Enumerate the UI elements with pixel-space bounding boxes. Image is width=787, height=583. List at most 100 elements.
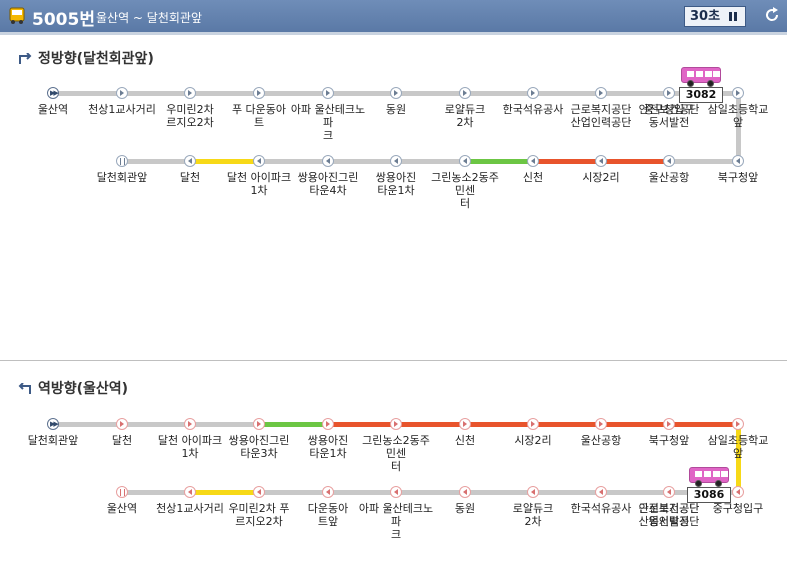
bus-stop-node[interactable] bbox=[184, 87, 196, 99]
bus-stop-node[interactable] bbox=[116, 486, 128, 498]
bus-stop-node[interactable] bbox=[459, 418, 471, 430]
bus-stop-label[interactable]: 근로복지공단 산업인력공단 bbox=[563, 103, 639, 129]
bus-stop-label[interactable]: 울산역 bbox=[84, 502, 160, 515]
bus-stop-node[interactable]: ▶▶ bbox=[47, 418, 59, 430]
bus-stop-node[interactable] bbox=[663, 418, 675, 430]
bus-stop-node[interactable] bbox=[253, 87, 265, 99]
bus-stop-node[interactable] bbox=[322, 486, 334, 498]
bus-stop-label[interactable]: 쌍용아진 타운1차 bbox=[290, 434, 366, 460]
bus-stop-label[interactable]: 푸 다운동아 트 bbox=[221, 103, 297, 129]
pause-icon[interactable] bbox=[729, 12, 737, 21]
bus-stop-label[interactable]: 천상1교사거리 bbox=[84, 103, 160, 116]
bus-stop-label[interactable]: 신천 bbox=[495, 171, 571, 184]
bus-stop-node[interactable] bbox=[527, 155, 539, 167]
bus-stop-node[interactable] bbox=[663, 486, 675, 498]
bus-stop-node[interactable] bbox=[253, 418, 265, 430]
bus-stop-label[interactable]: 삼일초등학교 앞 bbox=[700, 103, 776, 129]
bus-wheel bbox=[687, 80, 694, 87]
arrow-left-icon bbox=[257, 489, 261, 495]
bus-stop-label[interactable]: 동원 bbox=[427, 502, 503, 515]
bus-stop-node[interactable] bbox=[390, 87, 402, 99]
arrow-right-icon bbox=[257, 421, 261, 427]
bus-marker[interactable]: 3082 bbox=[679, 67, 723, 105]
bus-stop-label[interactable]: 북구청앞 bbox=[700, 171, 776, 184]
bus-stop-node[interactable] bbox=[527, 418, 539, 430]
bus-stop-node[interactable] bbox=[184, 486, 196, 498]
bus-stop-node[interactable] bbox=[732, 418, 744, 430]
bus-stop-node[interactable] bbox=[595, 87, 607, 99]
bus-stop-node[interactable] bbox=[184, 155, 196, 167]
bus-stop-label[interactable]: 달천 bbox=[84, 434, 160, 447]
reverse-direction-title: 역방향(울산역) bbox=[18, 378, 128, 398]
bus-stop-label[interactable]: 쌍용아진 타운1차 bbox=[358, 171, 434, 197]
bus-stop-label[interactable]: 쌍용아진그린 타운3차 bbox=[221, 434, 297, 460]
bus-stop-node[interactable] bbox=[116, 418, 128, 430]
bus-stop-label[interactable]: 울산공항 bbox=[631, 171, 707, 184]
bus-stop-node[interactable] bbox=[527, 486, 539, 498]
bus-stop-node[interactable] bbox=[390, 155, 402, 167]
bus-stop-label[interactable]: 로얄듀크 2차 bbox=[495, 502, 571, 528]
bus-stop-label[interactable]: 시장2리 bbox=[563, 171, 639, 184]
bus-stop-label[interactable]: 북구청앞 bbox=[631, 434, 707, 447]
bus-stop-label[interactable]: 안전보건공단 동서발전 bbox=[631, 502, 707, 528]
bus-stop-node[interactable] bbox=[390, 486, 402, 498]
bus-stop-node[interactable] bbox=[527, 87, 539, 99]
arrow-right-icon bbox=[531, 421, 535, 427]
bus-stop-label[interactable]: 신천 bbox=[427, 434, 503, 447]
bus-stop-label[interactable]: 달천 아이파크 1차 bbox=[221, 171, 297, 197]
bus-stop-node[interactable] bbox=[459, 87, 471, 99]
bus-stop-label[interactable]: 달천 bbox=[152, 171, 228, 184]
route-header: 5005번 울산역 ~ 달천회관앞 30초 bbox=[0, 0, 787, 32]
bus-stop-node[interactable] bbox=[595, 155, 607, 167]
arrow-left-icon bbox=[257, 158, 261, 164]
route-segment bbox=[190, 159, 259, 164]
bus-stop-label[interactable]: 쌍용아진그린 타운4차 bbox=[290, 171, 366, 197]
bus-stop-label[interactable]: 다운동아 트앞 bbox=[290, 502, 366, 528]
bus-stop-label[interactable]: 우미린2차 푸 르지오2차 bbox=[221, 502, 297, 528]
bus-stop-label[interactable]: 울산공항 bbox=[563, 434, 639, 447]
bus-stop-label[interactable]: 그린농소2동주민센 터 bbox=[427, 171, 503, 210]
bus-stop-node[interactable] bbox=[595, 418, 607, 430]
arrow-right-icon bbox=[667, 90, 671, 96]
bus-stop-label[interactable]: 한국석유공사 bbox=[495, 103, 571, 116]
bus-stop-label[interactable]: 천상1교사거리 bbox=[152, 502, 228, 515]
bus-stop-label[interactable]: 울산역 bbox=[15, 103, 91, 116]
bus-stop-node[interactable] bbox=[595, 486, 607, 498]
bus-stop-label[interactable]: 달천 아이파크 1차 bbox=[152, 434, 228, 460]
bus-stop-node[interactable] bbox=[116, 87, 128, 99]
bus-stop-node[interactable] bbox=[732, 155, 744, 167]
bus-stop-node[interactable] bbox=[322, 418, 334, 430]
bus-stop-label[interactable]: 동원 bbox=[358, 103, 434, 116]
refresh-timer-button[interactable]: 30초 bbox=[684, 6, 746, 27]
route-segment bbox=[122, 490, 190, 495]
bus-stop-node[interactable] bbox=[459, 155, 471, 167]
bus-stop-label[interactable]: 우미린2차 르지오2차 bbox=[152, 103, 228, 129]
bus-stop-label[interactable]: 그린농소2동주민센 터 bbox=[358, 434, 434, 473]
bus-marker[interactable]: 3086 bbox=[687, 467, 731, 505]
bus-stop-node[interactable] bbox=[322, 87, 334, 99]
refresh-icon[interactable] bbox=[763, 6, 781, 24]
bus-stop-node[interactable] bbox=[390, 418, 402, 430]
bus-stop-label[interactable]: 시장2리 bbox=[495, 434, 571, 447]
bus-stop-node[interactable] bbox=[322, 155, 334, 167]
route-segment bbox=[122, 159, 190, 164]
bus-stop-node[interactable] bbox=[732, 486, 744, 498]
bus-stop-label[interactable]: 한국석유공사 bbox=[563, 502, 639, 515]
bus-stop-node[interactable]: ▶▶ bbox=[47, 87, 59, 99]
bus-stop-label[interactable]: 달천회관앞 bbox=[15, 434, 91, 447]
bus-stop-node[interactable] bbox=[184, 418, 196, 430]
bus-stop-node[interactable] bbox=[732, 87, 744, 99]
bus-stop-node[interactable] bbox=[253, 486, 265, 498]
arrow-right-icon bbox=[188, 90, 192, 96]
bus-stop-label[interactable]: 달천회관앞 bbox=[84, 171, 160, 184]
bus-stop-label[interactable]: 삼일초등학교 앞 bbox=[700, 434, 776, 460]
bus-stop-label[interactable]: 로얄듀크 2차 bbox=[427, 103, 503, 129]
bus-stop-node[interactable] bbox=[116, 155, 128, 167]
section-divider bbox=[0, 360, 787, 361]
bus-stop-label[interactable]: 아파 울산테크노파 크 bbox=[290, 103, 366, 142]
bus-stop-node[interactable] bbox=[459, 486, 471, 498]
bus-stop-label[interactable]: 아파 울산테크노파 크 bbox=[358, 502, 434, 541]
bus-stop-node[interactable] bbox=[663, 155, 675, 167]
bus-stop-node[interactable] bbox=[253, 155, 265, 167]
bus-stop-node[interactable] bbox=[663, 87, 675, 99]
